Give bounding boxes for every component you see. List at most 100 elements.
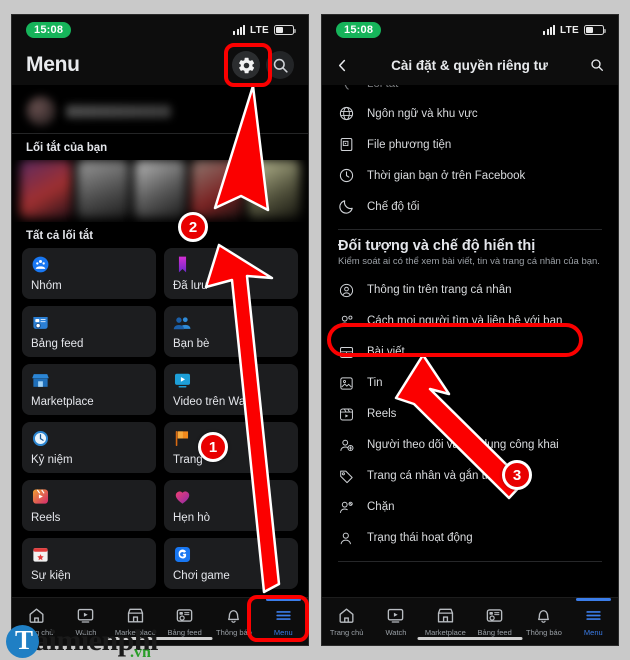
shortcut-tile[interactable] xyxy=(20,160,72,218)
nav-item-watch[interactable]: Watch xyxy=(61,598,110,645)
search-icon[interactable] xyxy=(589,57,605,73)
row-language-region[interactable]: Ngôn ngữ và khu vực xyxy=(322,98,618,129)
followers-icon xyxy=(340,439,354,451)
row-stories[interactable]: Tin xyxy=(322,368,618,399)
row-profile-information[interactable]: Thông tin trên trang cá nhân xyxy=(322,275,618,306)
nav-label: Menu xyxy=(583,628,603,637)
settings-gear-button[interactable] xyxy=(232,51,260,79)
network-type-label: LTE xyxy=(249,24,269,36)
tile-marketplace[interactable]: Marketplace xyxy=(22,364,156,415)
watch-icon xyxy=(174,373,191,388)
tile-label: Video trên Watch xyxy=(173,396,261,408)
globe-icon xyxy=(339,106,354,121)
row-label: Thời gian bạn ở trên Facebook xyxy=(367,169,526,182)
row-reels[interactable]: Reels xyxy=(322,399,618,430)
tile-events[interactable]: Sự kiện xyxy=(22,538,156,589)
row-dark-mode[interactable]: Chế độ tối xyxy=(322,191,618,222)
page-title: Menu xyxy=(26,53,80,76)
pages-flag-icon xyxy=(175,430,189,447)
tile-feeds[interactable]: Bảng feed xyxy=(22,306,156,357)
row-label: Cách mọi người tìm và liên hệ với bạn xyxy=(367,315,563,328)
status-bar-right: 15:08 LTE xyxy=(322,15,618,45)
menu-header: Menu xyxy=(12,45,308,85)
shortcut-tile[interactable] xyxy=(191,160,243,218)
nav-label: Thông báo xyxy=(216,628,252,637)
friends-icon xyxy=(173,317,191,330)
row-blocking[interactable]: Chặn xyxy=(322,492,618,523)
settings-list: Lối tắt Ngôn ngữ và khu vực xyxy=(322,85,618,597)
nav-item-notifications[interactable]: Thông báo xyxy=(209,598,258,645)
row-active-status[interactable]: Trạng thái hoạt động xyxy=(322,523,618,554)
row-followers-public-content[interactable]: Người theo dõi và nội dung công khai xyxy=(322,430,618,461)
tile-groups[interactable]: Nhóm xyxy=(22,248,156,299)
tile-reels[interactable]: Reels xyxy=(22,480,156,531)
row-label: Chế độ tối xyxy=(367,200,420,213)
row-time-on-facebook[interactable]: Thời gian bạn ở trên Facebook xyxy=(322,160,618,191)
network-type-label: LTE xyxy=(559,24,579,36)
nav-item-menu[interactable]: Menu xyxy=(569,598,618,645)
profile-row[interactable] xyxy=(12,85,308,133)
row-label: Thông tin trên trang cá nhân xyxy=(367,284,512,297)
page-title: Cài đặt & quyền riêng tư xyxy=(391,57,548,73)
tile-pages[interactable]: Trang xyxy=(164,422,298,473)
nav-label: Trang chủ xyxy=(19,628,54,637)
tile-label: Chơi game xyxy=(173,570,230,582)
marketplace-icon xyxy=(32,374,49,387)
bottom-nav-left: Trang chủ Watch Marketplace Bảng feed Th… xyxy=(12,597,308,645)
tile-watch-video[interactable]: Video trên Watch xyxy=(164,364,298,415)
tile-label: Hẹn hò xyxy=(173,512,211,524)
tile-gaming[interactable]: Chơi game xyxy=(164,538,298,589)
status-indicators: LTE xyxy=(543,24,606,36)
moon-icon xyxy=(339,200,353,214)
feeds-icon xyxy=(33,316,48,329)
nav-item-home[interactable]: Trang chủ xyxy=(322,598,371,645)
row-label: Chặn xyxy=(367,501,395,514)
shortcuts-carousel[interactable] xyxy=(12,160,308,222)
avatar xyxy=(26,96,56,126)
nav-item-notifications[interactable]: Thông báo xyxy=(519,598,568,645)
how-people-find-you-row[interactable]: Cách mọi người tìm và liên hệ với bạn xyxy=(322,306,618,337)
shortcut-tile[interactable] xyxy=(134,160,186,218)
row-label: Người theo dõi và nội dung công khai xyxy=(367,439,559,452)
row-label: Bài viết xyxy=(367,346,405,359)
row-label: File phương tiện xyxy=(367,138,452,151)
screenshot-canvas: 15:08 LTE Menu Lối tắt của bạn Tất cả lố… xyxy=(0,0,630,660)
nav-item-home[interactable]: Trang chủ xyxy=(12,598,61,645)
row-profile-and-tagging[interactable]: Trang cá nhân và gắn thẻ xyxy=(322,461,618,492)
shortcut-tile[interactable] xyxy=(77,160,129,218)
tile-dating[interactable]: Hẹn hò xyxy=(164,480,298,531)
block-person-icon xyxy=(339,501,353,513)
tile-label: Reels xyxy=(31,512,61,524)
row-shortcuts-clipped[interactable]: Lối tắt xyxy=(322,85,618,98)
search-button-left[interactable] xyxy=(266,51,294,79)
status-indicators: LTE xyxy=(233,24,296,36)
tile-friends[interactable]: Bạn bè xyxy=(164,306,298,357)
row-media-files[interactable]: File phương tiện xyxy=(322,129,618,160)
right-phone-screen: 15:08 LTE Cài đặt & quyền riêng tư Ngôn … xyxy=(322,15,618,645)
tile-label: Bảng feed xyxy=(31,338,84,350)
nav-item-menu[interactable]: Menu xyxy=(259,598,308,645)
bell-icon xyxy=(228,610,240,623)
shortcut-tile[interactable] xyxy=(248,160,300,218)
clock-icon xyxy=(339,168,354,183)
person-search-icon xyxy=(339,315,353,327)
hamburger-icon xyxy=(276,611,291,620)
nav-item-watch[interactable]: Watch xyxy=(371,598,420,645)
reels-outline-icon xyxy=(340,408,353,421)
home-icon xyxy=(29,608,44,623)
hamburger-icon xyxy=(586,611,601,620)
nav-label: Watch xyxy=(75,628,97,637)
chevron-left-icon[interactable] xyxy=(335,58,350,73)
tile-saved[interactable]: Đã lưu xyxy=(164,248,298,299)
gear-icon xyxy=(238,57,254,73)
bottom-nav-right: Trang chủ Watch Marketplace Bảng feed Th… xyxy=(322,597,618,645)
shortcut-icon xyxy=(344,85,349,90)
watch-play-icon xyxy=(388,608,404,623)
section-title: Đối tượng và chế độ hiển thị xyxy=(338,238,536,254)
row-label: Tin xyxy=(367,377,383,390)
row-posts[interactable]: Bài viết xyxy=(322,337,618,368)
tile-memories[interactable]: Kỷ niệm xyxy=(22,422,156,473)
nav-label: Menu xyxy=(273,628,293,637)
row-label: Lối tắt xyxy=(367,85,398,90)
header-actions xyxy=(232,51,294,79)
